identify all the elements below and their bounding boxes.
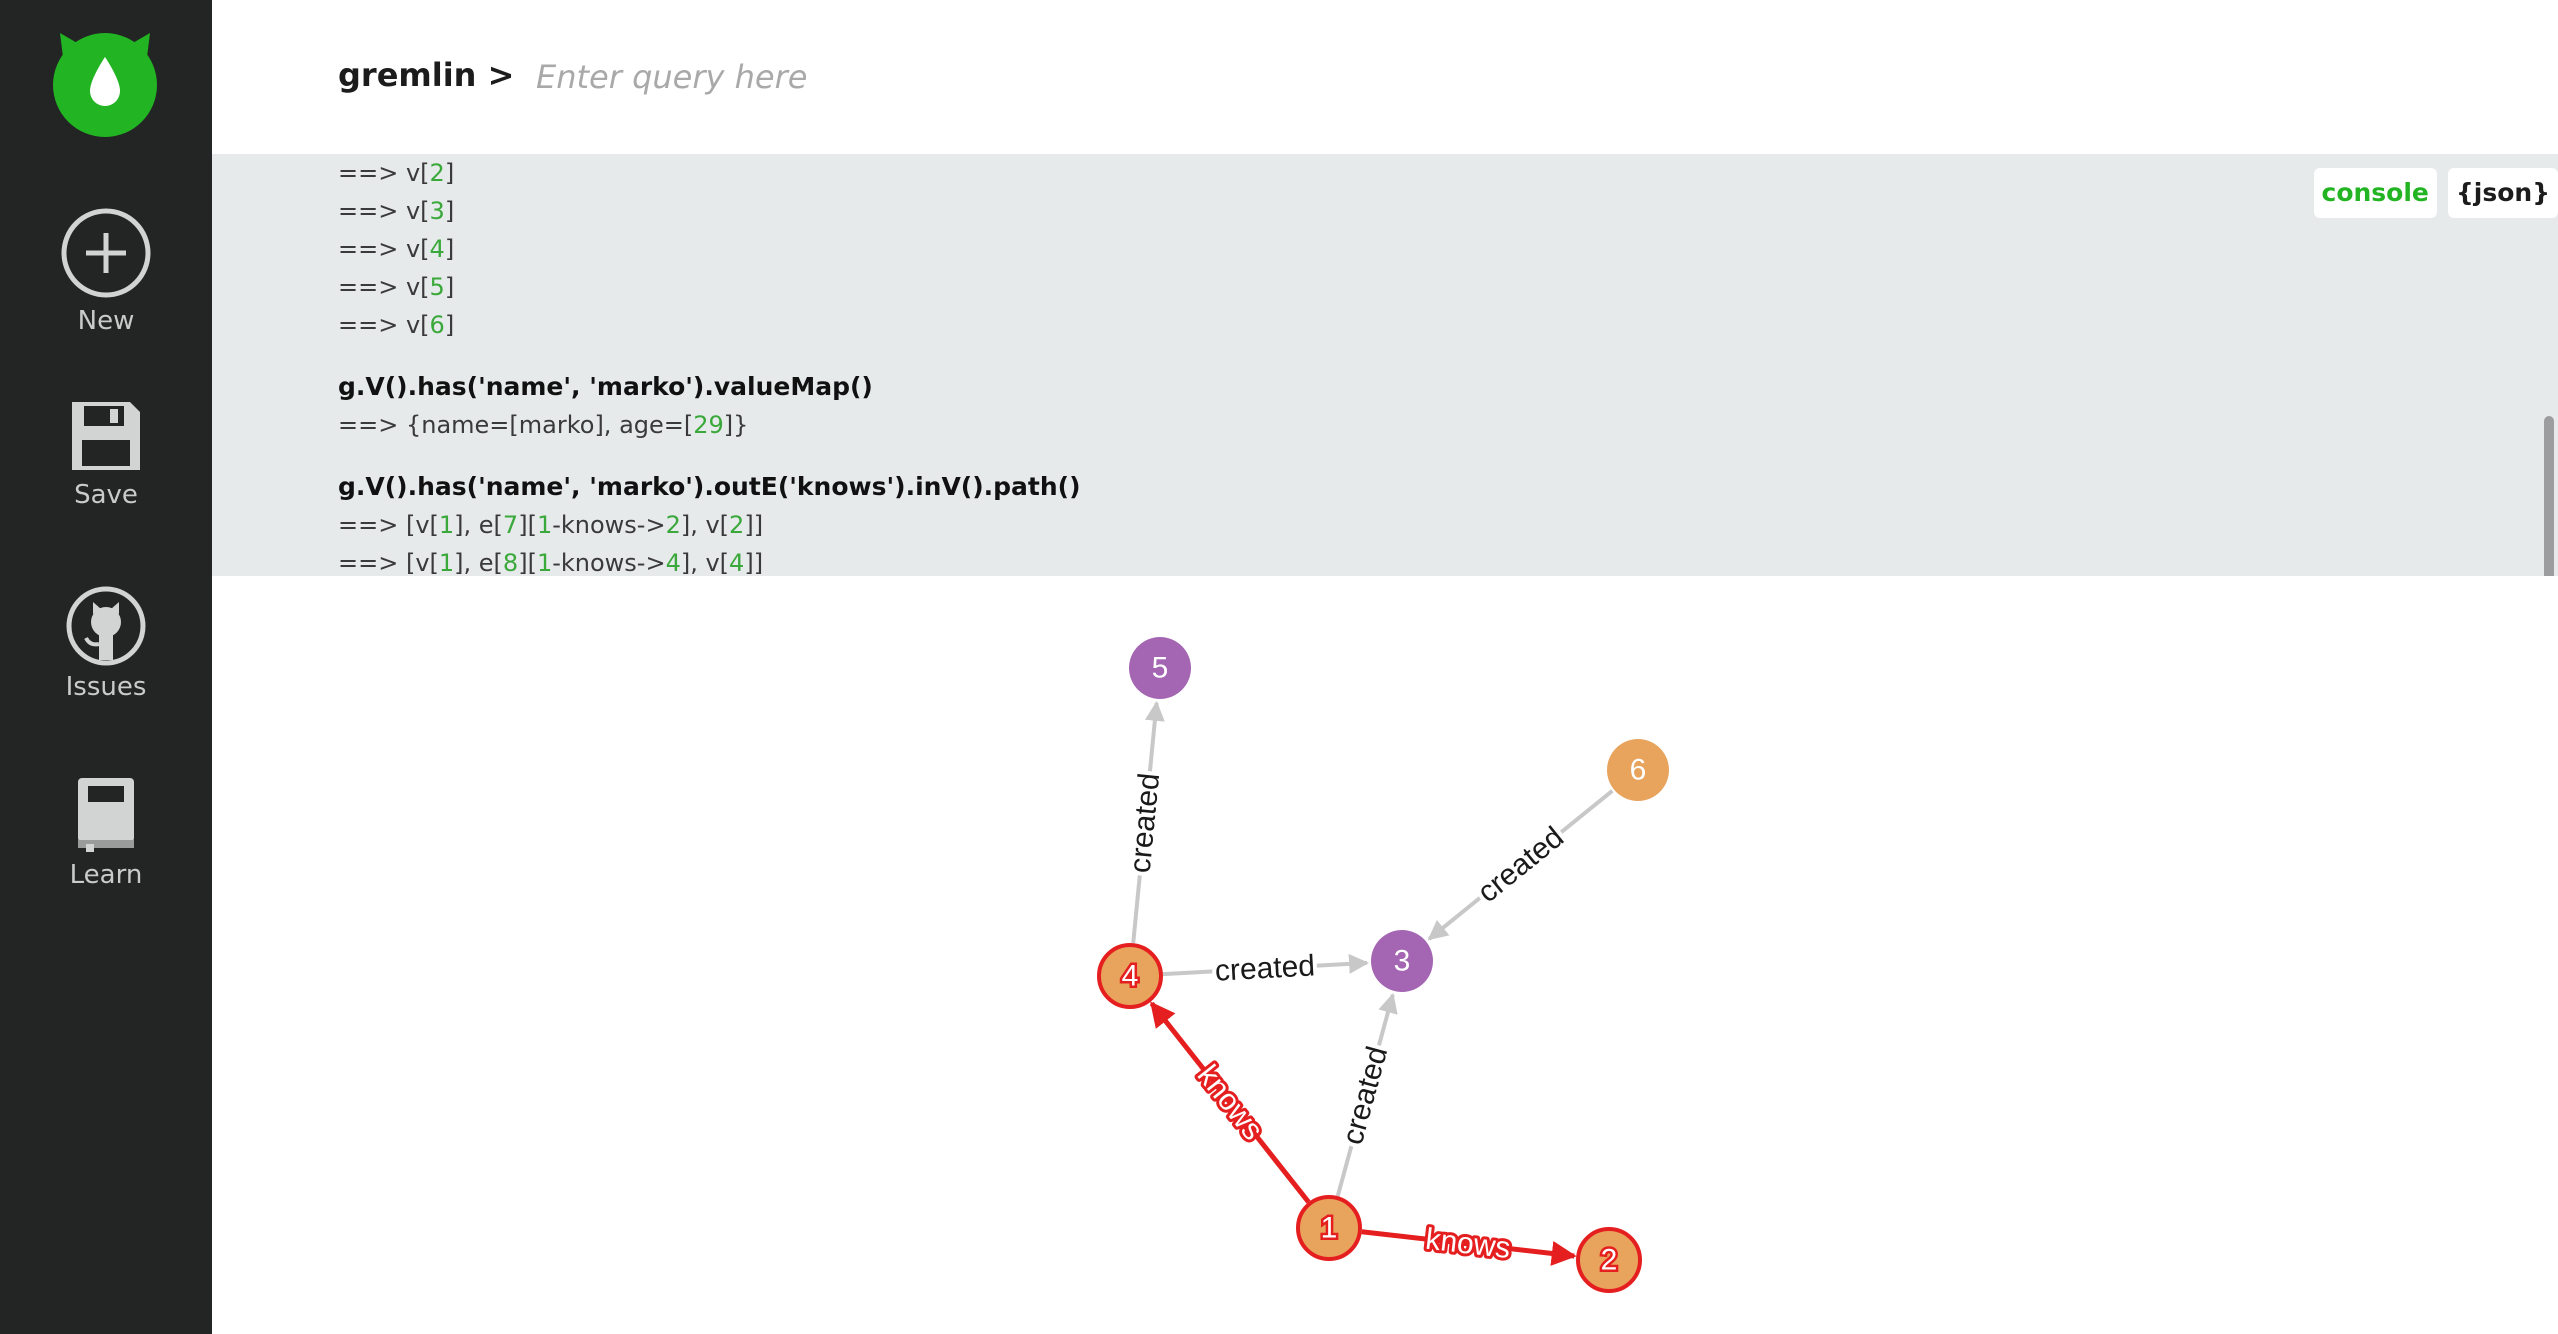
graph-edge-label: knows (1424, 1223, 1512, 1265)
console-text: ], e[ (454, 511, 503, 539)
console-text: 4 (665, 549, 681, 576)
console-text: 3 (429, 197, 445, 225)
console-text: 6 (429, 311, 445, 339)
console-lines: ==> v[2] ==> v[3] ==> v[4] ==> v[5] ==> v[6]… (338, 154, 1081, 576)
sidebar-item-save[interactable]: Save (0, 398, 212, 510)
console-text: ] (444, 197, 455, 225)
console-text: g.V().has('name', 'marko').outE('knows')… (338, 472, 1081, 501)
console-text: ][ (518, 549, 537, 576)
console-output[interactable]: ==> v[2] ==> v[3] ==> v[4] ==> v[5] ==> v[6]… (212, 154, 2558, 576)
console-view-button[interactable]: console (2313, 168, 2437, 218)
console-text: ]} (723, 411, 749, 439)
console-text: -knows-> (552, 549, 666, 576)
sidebar-item-new[interactable]: New (0, 206, 212, 336)
console-text: ] (444, 235, 455, 263)
graph-node-label: 1 (1321, 1212, 1338, 1245)
console-text: 2 (429, 159, 445, 187)
console-text: ==> v[ (338, 311, 430, 339)
console-text: 29 (693, 411, 724, 439)
sidebar: New Save Issues Learn (0, 0, 212, 1334)
console-text: ], v[ (680, 549, 730, 576)
graph-node-label: 4 (1122, 960, 1139, 993)
gremlin-prompt: gremlin > (338, 56, 515, 94)
console-text: ]] (744, 549, 764, 576)
query-header: gremlin > (212, 0, 2558, 154)
graph-node-label: 6 (1630, 754, 1647, 787)
console-text: ==> v[ (338, 159, 430, 187)
console-text: 1 (438, 549, 455, 576)
console-scrollbar[interactable] (2544, 416, 2554, 576)
sidebar-item-label: New (77, 306, 135, 336)
console-command: g.V().has('name', 'marko').outE('knows')… (338, 468, 1081, 506)
drop-logo-icon[interactable] (50, 27, 160, 137)
console-text: ]] (744, 511, 764, 539)
sidebar-item-label: Save (74, 480, 138, 510)
book-icon (78, 778, 134, 852)
console-text: 1 (536, 549, 553, 576)
console-result: ==> [v[1], e[7][1-knows->2], v[2]] (338, 506, 1081, 544)
console-result: ==> v[2] (338, 154, 1081, 192)
console-result: ==> v[3] (338, 192, 1081, 230)
view-toggle: console {json} (2308, 168, 2558, 218)
console-gap (338, 344, 1081, 368)
floppy-disk-icon (72, 402, 140, 470)
console-text: ==> [v[ (338, 511, 439, 539)
console-text: ==> v[ (338, 235, 430, 263)
console-text: 2 (729, 511, 745, 539)
console-text: 2 (665, 511, 681, 539)
console-result: ==> v[6] (338, 306, 1081, 344)
console-result: ==> {name=[marko], age=[29]} (338, 406, 1081, 444)
graph-node-label: 2 (1601, 1244, 1618, 1277)
console-text: 1 (438, 511, 455, 539)
console-text: ] (444, 159, 455, 187)
console-text: 4 (729, 549, 745, 576)
graph-node-label: 5 (1152, 652, 1169, 685)
console-text: ], e[ (454, 549, 503, 576)
sidebar-item-label: Issues (65, 672, 147, 702)
console-command: g.V().has('name', 'marko').valueMap() (338, 368, 1081, 406)
graph-edge-label: created (1336, 1043, 1394, 1148)
github-octocat-icon (66, 586, 146, 666)
console-result: ==> v[5] (338, 268, 1081, 306)
sidebar-item-issues[interactable]: Issues (0, 586, 212, 702)
graph-edge-label: created (1214, 949, 1316, 987)
query-input[interactable] (534, 50, 1438, 104)
console-text: 7 (502, 511, 519, 539)
console-text: ==> v[ (338, 197, 430, 225)
console-text: -knows-> (552, 511, 666, 539)
console-text: ][ (518, 511, 537, 539)
console-text: ==> v[ (338, 273, 430, 301)
console-gap (338, 444, 1081, 468)
console-result: ==> v[4] (338, 230, 1081, 268)
graph-edge-label: created (1472, 821, 1571, 910)
json-view-button[interactable]: {json} (2447, 168, 2558, 218)
sidebar-item-label: Learn (69, 860, 143, 890)
console-text: g.V().has('name', 'marko').valueMap() (338, 372, 873, 401)
console-text: ] (444, 311, 455, 339)
graph-visualization[interactable]: knows knows created created created created 1 2… (212, 576, 2558, 1334)
console-text: 1 (536, 511, 553, 539)
console-text: ==> [v[ (338, 549, 439, 576)
plus-circle-icon (61, 208, 151, 298)
graph-node-label: 3 (1394, 945, 1411, 978)
console-result: ==> [v[1], e[8][1-knows->4], v[4]] (338, 544, 1081, 576)
graph-edge-label: created (1124, 772, 1167, 875)
sidebar-item-learn[interactable]: Learn (0, 774, 212, 890)
console-text: 5 (429, 273, 445, 301)
graph-edge-label: knows (1191, 1059, 1270, 1146)
console-text: 8 (502, 549, 519, 576)
console-text: ] (444, 273, 455, 301)
console-text: ==> {name=[marko], age=[ (338, 411, 694, 439)
console-text: ], v[ (680, 511, 730, 539)
console-text: 4 (429, 235, 445, 263)
